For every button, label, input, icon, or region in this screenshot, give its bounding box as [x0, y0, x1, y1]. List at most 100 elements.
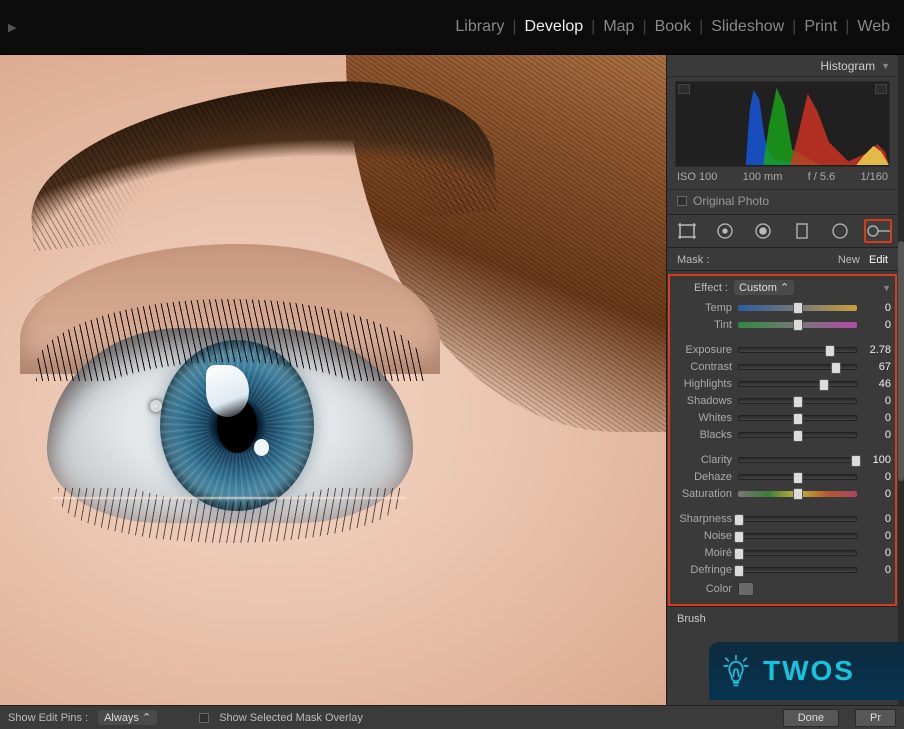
slider-moire-knob[interactable] — [734, 548, 744, 560]
module-library[interactable]: Library — [447, 18, 512, 36]
slider-contrast-knob[interactable] — [831, 362, 841, 374]
module-picker: ▶ Library| Develop| Map| Book| Slideshow… — [0, 0, 904, 55]
slider-moire[interactable]: Moiré 0 — [674, 544, 891, 561]
slider-blacks[interactable]: Blacks0 — [674, 426, 891, 443]
histogram-panel-header[interactable]: Histogram ▼ — [667, 55, 898, 77]
slider-exposure[interactable]: Exposure2.78 — [674, 341, 891, 358]
slider-blacks-knob[interactable] — [793, 430, 803, 442]
slider-highlights-track[interactable] — [738, 381, 857, 387]
slider-whites[interactable]: Whites 0 — [674, 409, 891, 426]
slider-noise[interactable]: Noise0 — [674, 527, 891, 544]
module-map[interactable]: Map — [595, 18, 642, 36]
slider-whites-knob[interactable] — [793, 413, 803, 425]
adjustment-brush-tool-icon[interactable] — [864, 219, 892, 243]
mask-new[interactable]: New — [838, 254, 860, 266]
spot-removal-tool-icon[interactable] — [711, 219, 739, 243]
effect-preset-dropdown[interactable]: Custom ⌃ — [734, 280, 794, 295]
graduated-filter-tool-icon[interactable] — [788, 219, 816, 243]
slider-noise-track[interactable] — [738, 533, 857, 539]
slider-shadows-knob[interactable] — [793, 396, 803, 408]
crop-tool-icon[interactable] — [673, 219, 701, 243]
redeye-tool-icon[interactable] — [749, 219, 777, 243]
slider-contrast[interactable]: Contrast 67 — [674, 358, 891, 375]
module-web[interactable]: Web — [849, 18, 898, 36]
slider-whites-track[interactable] — [738, 415, 857, 421]
slider-tint[interactable]: Tint0 — [674, 316, 891, 333]
exif-iso: ISO 100 — [677, 171, 717, 183]
slider-defringe[interactable]: Defringe0 — [674, 561, 891, 578]
slider-exposure-track[interactable] — [738, 347, 857, 353]
slider-saturation-knob[interactable] — [793, 488, 803, 500]
slider-tint-knob[interactable] — [793, 319, 803, 331]
slider-saturation[interactable]: Saturation0 — [674, 485, 891, 502]
slider-exposure-knob[interactable] — [825, 345, 835, 357]
slider-moire-value: 0 — [863, 547, 891, 559]
color-swatch[interactable] — [738, 582, 754, 596]
done-button[interactable]: Done — [783, 709, 839, 727]
slider-moire-label: Moiré — [674, 547, 732, 559]
exif-focal: 100 mm — [743, 171, 783, 183]
histogram[interactable] — [675, 81, 890, 167]
slider-highlights[interactable]: Highlights46 — [674, 375, 891, 392]
slider-tint-track[interactable] — [738, 322, 857, 328]
slider-saturation-track[interactable] — [738, 491, 857, 497]
slider-defringe-knob[interactable] — [734, 565, 744, 577]
mask-overlay-label: Show Selected Mask Overlay — [219, 712, 363, 724]
slider-defringe-label: Defringe — [674, 564, 732, 576]
slider-shadows-track[interactable] — [738, 398, 857, 404]
slider-contrast-label: Contrast — [674, 361, 732, 373]
module-print[interactable]: Print — [796, 18, 845, 36]
original-photo-checkbox[interactable] — [677, 196, 687, 206]
slider-clarity[interactable]: Clarity 100 — [674, 451, 891, 468]
slider-clarity-knob[interactable] — [851, 455, 861, 467]
slider-noise-knob[interactable] — [734, 531, 744, 543]
image-preview[interactable] — [0, 55, 666, 705]
module-develop[interactable]: Develop — [516, 18, 591, 36]
right-panel-scrollbar[interactable] — [898, 55, 904, 705]
brush-section-header[interactable]: Brush — [667, 606, 898, 631]
slider-saturation-value: 0 — [863, 488, 891, 500]
back-triangle-icon[interactable]: ▶ — [8, 21, 16, 34]
slider-clarity-label: Clarity — [674, 454, 732, 466]
slider-temp-value: 0 — [863, 302, 891, 314]
original-photo-row[interactable]: Original Photo — [667, 189, 898, 214]
original-photo-label: Original Photo — [693, 194, 769, 208]
exif-row: ISO 100 100 mm f / 5.6 1/160 — [667, 169, 898, 189]
slider-shadows-label: Shadows — [674, 395, 732, 407]
slider-shadows[interactable]: Shadows0 — [674, 392, 891, 409]
slider-highlights-knob[interactable] — [819, 379, 829, 391]
mask-edit[interactable]: Edit — [869, 254, 888, 266]
slider-sharpness[interactable]: Sharpness0 — [674, 510, 891, 527]
slider-temp[interactable]: Temp0 — [674, 299, 891, 316]
watermark-text: TWOS — [763, 655, 855, 687]
slider-blacks-track[interactable] — [738, 432, 857, 438]
slider-dehaze-knob[interactable] — [793, 472, 803, 484]
radial-filter-tool-icon[interactable] — [826, 219, 854, 243]
slider-clarity-value: 100 — [863, 454, 891, 466]
slider-clarity-track[interactable] — [738, 457, 857, 463]
show-edit-pins-dropdown[interactable]: Always ⌃ — [98, 710, 157, 725]
slider-defringe-track[interactable] — [738, 567, 857, 573]
mask-overlay-checkbox[interactable] — [199, 713, 209, 723]
module-slideshow[interactable]: Slideshow — [703, 18, 792, 36]
effect-label: Effect : — [676, 282, 728, 294]
module-book[interactable]: Book — [647, 18, 699, 36]
slider-whites-value: 0 — [863, 412, 891, 424]
slider-temp-track[interactable] — [738, 305, 857, 311]
slider-dehaze-track[interactable] — [738, 474, 857, 480]
panel-collapse-icon[interactable]: ▼ — [882, 283, 891, 293]
slider-moire-track[interactable] — [738, 550, 857, 556]
mask-row: Mask : New Edit — [667, 248, 898, 271]
slider-sharpness-knob[interactable] — [734, 514, 744, 526]
slider-sharpness-track[interactable] — [738, 516, 857, 522]
exif-aperture: f / 5.6 — [808, 171, 836, 183]
slider-contrast-value: 67 — [863, 361, 891, 373]
slider-dehaze[interactable]: Dehaze0 — [674, 468, 891, 485]
adjustment-brush-pin[interactable] — [150, 400, 162, 412]
slider-whites-label: Whites — [674, 412, 732, 424]
slider-noise-value: 0 — [863, 530, 891, 542]
slider-temp-knob[interactable] — [793, 302, 803, 314]
slider-contrast-track[interactable] — [738, 364, 857, 370]
slider-highlights-value: 46 — [863, 378, 891, 390]
previous-button[interactable]: Pr — [855, 709, 896, 727]
